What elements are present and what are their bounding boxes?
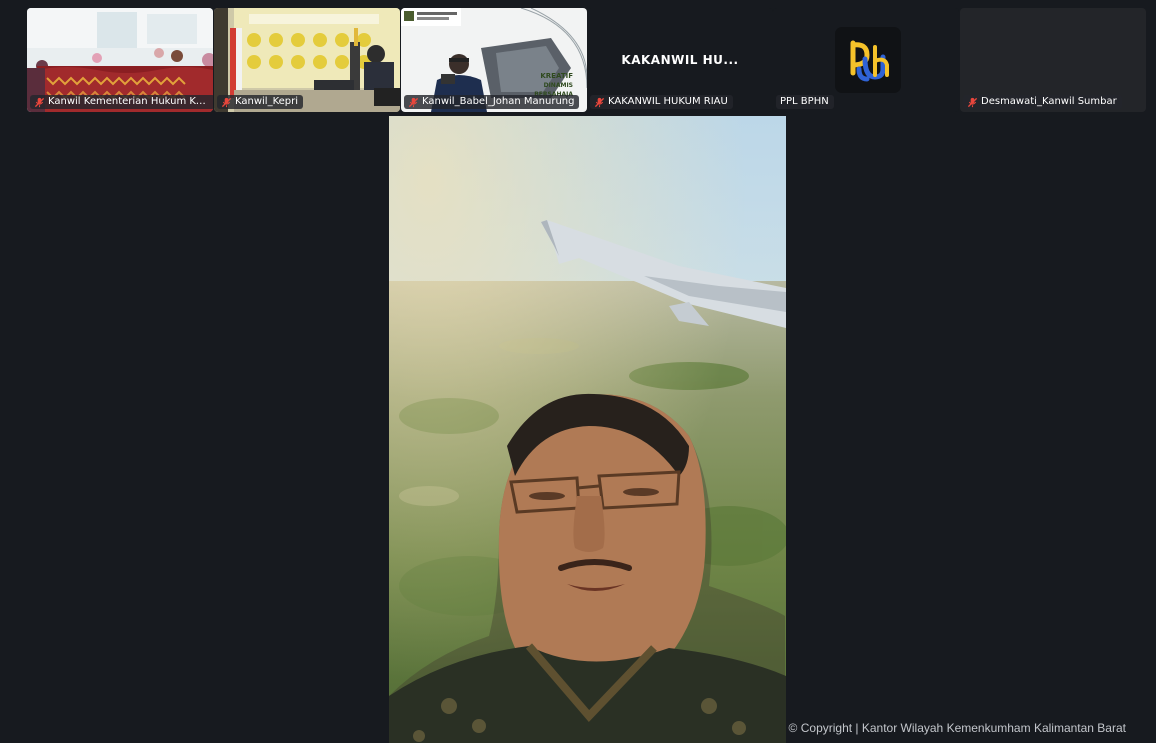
participant-tile-kepri[interactable]: Kanwil_Kepri — [214, 8, 400, 112]
participant-name-tag: PPL BPHN — [776, 95, 834, 109]
mic-off-icon — [967, 97, 978, 107]
participant-name: PPL BPHN — [780, 96, 829, 107]
meeting-window: Kanwil Kementerian Hukum Kalb... Kanwil_… — [0, 0, 1156, 743]
active-speaker-video[interactable] — [389, 116, 786, 743]
participant-tile-kalbar[interactable]: Kanwil Kementerian Hukum Kalb... — [27, 8, 213, 112]
copyright-footer: © Copyright | Kantor Wilayah Kemenkumham… — [788, 721, 1126, 735]
participant-tile-bphn[interactable]: PPL BPHN — [773, 8, 959, 112]
participant-video-off-name: KAKANWIL HU... — [621, 53, 739, 67]
participant-name-tag: Kanwil_Kepri — [217, 95, 304, 109]
mic-off-icon — [408, 97, 419, 107]
participant-name-tag: Kanwil_Babel_Johan Manurung — [404, 95, 580, 109]
svg-text:DINAMIS: DINAMIS — [544, 82, 573, 89]
mic-off-icon — [594, 97, 605, 107]
participant-name: KAKANWIL HUKUM RIAU — [608, 96, 728, 107]
participant-name: Kanwil_Kepri — [235, 96, 299, 107]
mic-off-icon — [221, 97, 232, 107]
mic-off-icon — [34, 97, 45, 107]
participant-tile-babel[interactable]: KREATIF DINAMIS BERSAHAJA Kanwil_Babel_J… — [401, 8, 587, 112]
participant-name: Kanwil_Babel_Johan Manurung — [422, 96, 575, 107]
avatar — [835, 27, 901, 93]
participant-name-tag: Kanwil Kementerian Hukum Kalb... — [30, 95, 213, 109]
participant-name-tag: Desmawati_Kanwil Sumbar — [963, 95, 1122, 109]
participant-tile-sumbar[interactable]: Desmawati_Kanwil Sumbar — [960, 8, 1146, 112]
svg-text:KREATIF: KREATIF — [540, 72, 573, 80]
bphn-logo-icon — [850, 40, 889, 82]
speaker-video-frame — [389, 116, 786, 743]
participant-name-tag: KAKANWIL HUKUM RIAU — [590, 95, 733, 109]
participant-tile-riau[interactable]: KAKANWIL HU... KAKANWIL HUKUM RIAU — [587, 8, 773, 112]
participant-name: Desmawati_Kanwil Sumbar — [981, 96, 1117, 107]
participant-name: Kanwil Kementerian Hukum Kalb... — [48, 96, 210, 107]
